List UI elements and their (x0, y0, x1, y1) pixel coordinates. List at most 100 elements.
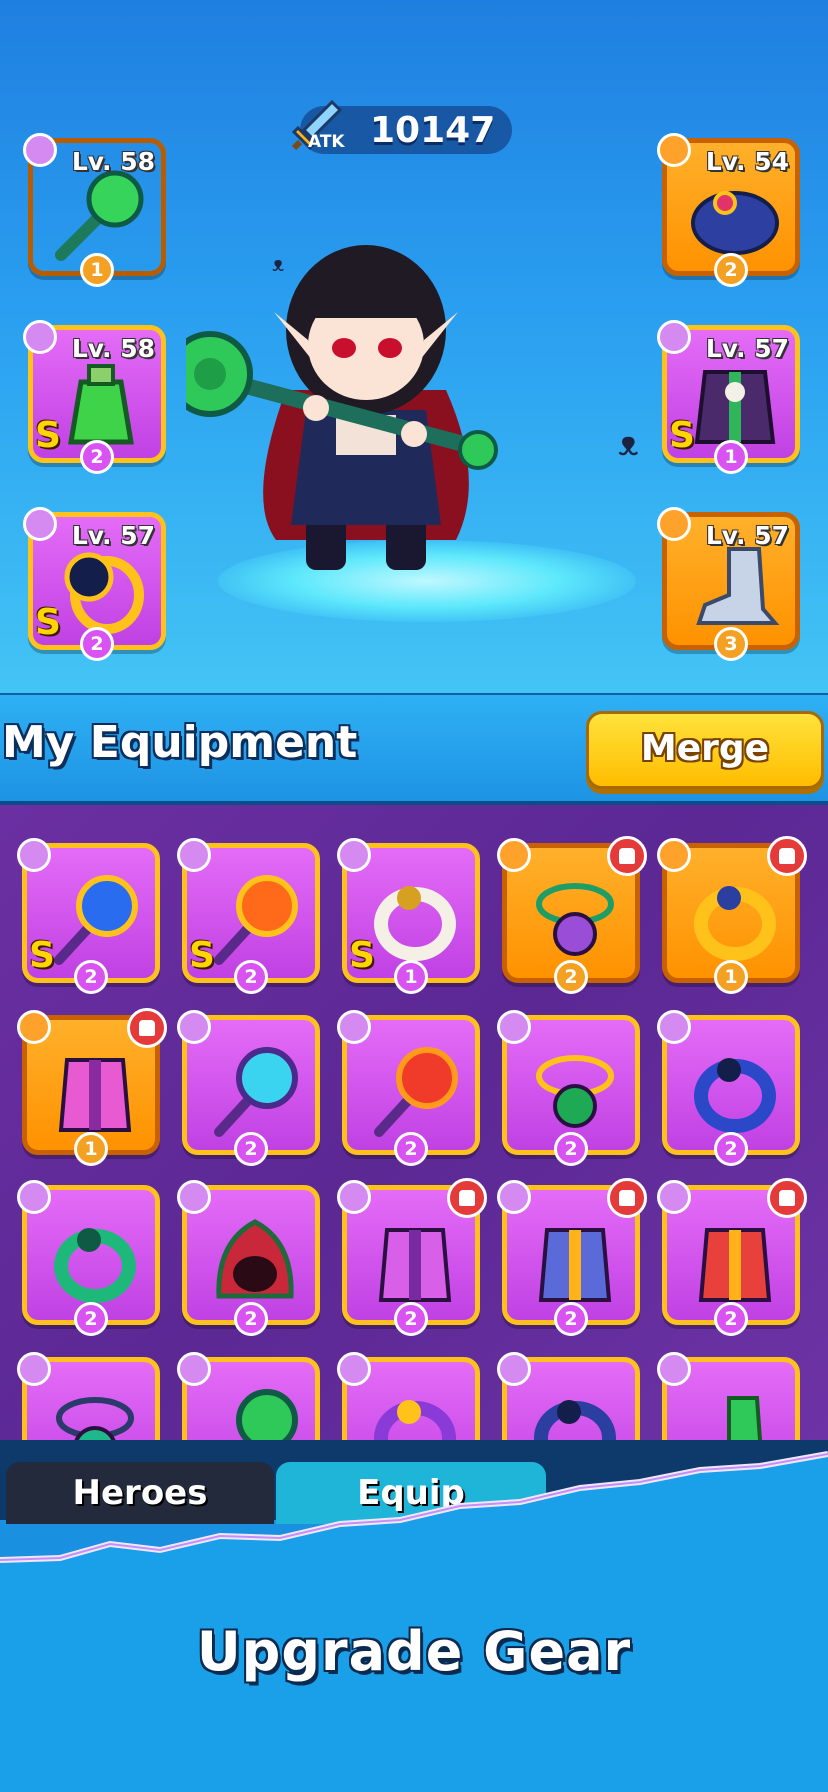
gold-ring-icon (694, 886, 776, 961)
count-badge: 2 (80, 627, 114, 661)
count-badge: 1 (714, 960, 748, 994)
upgrade-badge-icon (767, 836, 807, 876)
count-badge: 2 (554, 960, 588, 994)
hat-icon (177, 1180, 211, 1214)
vampire-hero[interactable] (186, 240, 546, 590)
hero-panel: ATK 10147 ᴥ ᴥ Lv. 58 1 Lv. 58 S 2 Lv. 57… (0, 0, 828, 693)
inventory-item[interactable]: 1 (657, 836, 807, 994)
inventory-item[interactable]: 2 (337, 1178, 487, 1336)
blue-armor-icon (538, 1228, 612, 1302)
equipped-slot-ring[interactable]: Lv. 57 S 2 (23, 507, 166, 661)
ring-icon (657, 838, 691, 872)
amulet-icon (536, 883, 614, 956)
inventory-item[interactable] (17, 1352, 160, 1440)
equipped-slot-hat[interactable]: Lv. 54 2 (657, 133, 800, 287)
staff-icon (337, 1010, 371, 1044)
inventory-item[interactable]: 2 (17, 1180, 160, 1336)
upgrade-badge-icon (767, 1178, 807, 1218)
count-badge: 2 (80, 440, 114, 474)
inventory-item[interactable]: 2 (497, 1010, 640, 1166)
armor-icon (17, 1010, 51, 1044)
inventory-item[interactable]: S2 (177, 838, 320, 994)
count-badge: 2 (554, 1132, 588, 1166)
rank-label: S (349, 935, 375, 976)
count-badge: 2 (234, 1302, 268, 1336)
inventory-item[interactable] (657, 1352, 800, 1440)
atk-display: ATK 10147 (291, 99, 512, 154)
boot-icon (657, 507, 691, 541)
green-orb-icon (236, 1389, 298, 1440)
necklace-icon (497, 1010, 531, 1044)
equipped-slot-weapon[interactable]: Lv. 58 1 (23, 133, 166, 287)
rank-label: S (29, 935, 55, 976)
inventory-item[interactable] (337, 1352, 480, 1440)
inventory-item[interactable]: 2 (337, 1010, 480, 1166)
count-badge: 2 (714, 1302, 748, 1336)
fire-eye-staff-icon (214, 875, 298, 965)
staff-icon (177, 838, 211, 872)
level-text: Lv. 58 (71, 334, 155, 363)
upgrade-badge-icon (447, 1178, 487, 1218)
count-badge: 1 (80, 253, 114, 287)
count-badge: 1 (714, 440, 748, 474)
rank-label: S (189, 935, 215, 976)
turban-hat-icon (691, 191, 779, 255)
atk-value: 10147 (370, 110, 496, 151)
level-text: Lv. 57 (71, 521, 155, 550)
equipped-slot-necklace[interactable]: Lv. 58 S 2 (23, 320, 166, 474)
inventory-item[interactable]: 1 (17, 1008, 167, 1166)
promo-banner: Upgrade Gear (0, 1440, 828, 1792)
inventory-item[interactable]: 2 (497, 1178, 647, 1336)
armor-icon (337, 1180, 371, 1214)
upgrade-badge-icon (127, 1008, 167, 1048)
inventory-item[interactable] (177, 1352, 320, 1440)
emerald-ring-icon (54, 1228, 136, 1303)
equipped-slot-boots[interactable]: Lv. 57 3 (657, 507, 800, 661)
count-badge: 2 (74, 1302, 108, 1336)
cyan-staff-icon (214, 1047, 298, 1137)
ring-icon (497, 1352, 531, 1386)
green-staff-icon (55, 170, 144, 261)
boot-icon (657, 1352, 691, 1386)
count-badge: 2 (74, 960, 108, 994)
blue-orb-staff-icon (54, 875, 138, 965)
count-badge: 1 (394, 960, 428, 994)
blue-ring-icon (694, 1058, 776, 1133)
navy-ring-icon (534, 1400, 616, 1440)
level-text: Lv. 54 (705, 147, 789, 176)
potion-flask-icon (68, 364, 134, 445)
equipped-slot-armor[interactable]: Lv. 57 S 1 (657, 320, 800, 474)
count-badge: 1 (74, 1132, 108, 1166)
staff-icon (23, 133, 57, 167)
pink-armor-icon (58, 1058, 132, 1132)
merge-button[interactable]: Merge (586, 711, 824, 789)
steel-boot-icon (696, 547, 780, 625)
red-vest-icon (698, 1228, 772, 1302)
inventory-item[interactable]: S2 (17, 838, 160, 994)
violet-armor-icon (378, 1228, 452, 1302)
equipment-header: My Equipment Merge (0, 693, 828, 805)
necklace-icon (23, 320, 57, 354)
staff-icon (177, 1352, 211, 1386)
staff-icon (177, 1010, 211, 1044)
inventory-item[interactable]: S1 (337, 838, 480, 994)
bead-necklace-icon (56, 1397, 134, 1440)
count-badge: 2 (234, 960, 268, 994)
inventory-item[interactable]: 2 (177, 1010, 320, 1166)
inventory-item[interactable]: 2 (177, 1180, 320, 1336)
hat-icon (657, 133, 691, 167)
merge-label: Merge (640, 728, 770, 769)
necklace-icon (337, 1352, 371, 1386)
green-boot-icon (727, 1396, 763, 1440)
ring-icon (17, 1180, 51, 1214)
necklace-icon (497, 838, 531, 872)
section-title: My Equipment (2, 717, 358, 768)
hood-icon (216, 1219, 294, 1299)
inventory-item[interactable]: 2 (657, 1178, 807, 1336)
inventory-item[interactable]: 2 (497, 836, 647, 994)
inventory-item[interactable] (497, 1352, 640, 1440)
purple-ring-icon (374, 1400, 456, 1440)
armor-icon (657, 320, 691, 354)
inventory-item[interactable]: 2 (657, 1010, 800, 1166)
promo-caption: Upgrade Gear (196, 1620, 632, 1683)
